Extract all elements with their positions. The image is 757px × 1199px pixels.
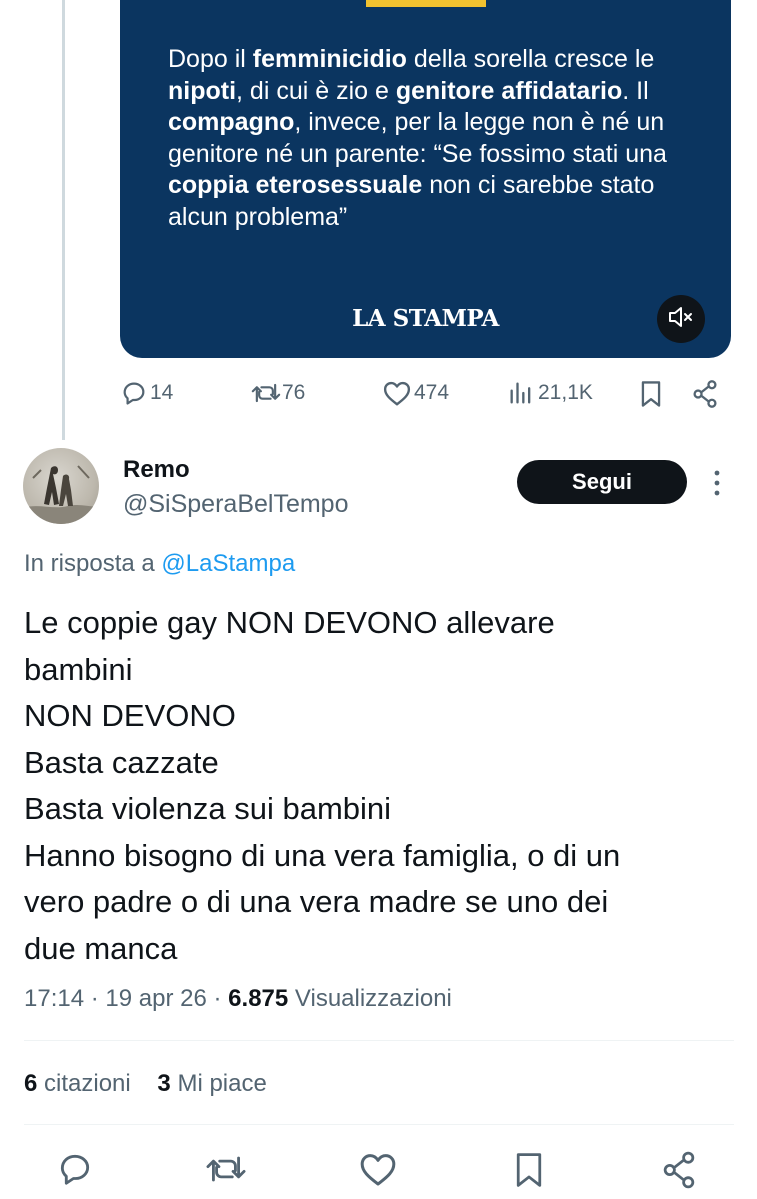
likes-stat[interactable]: 3 Mi piace [157,1070,266,1097]
reply-icon [120,379,148,407]
views-count: 21,1K [538,381,593,404]
quotes-label: citazioni [44,1070,131,1097]
avatar-artwork [23,465,99,524]
like-count: 474 [414,381,450,404]
tweet-date[interactable]: 19 apr 26 [105,985,206,1012]
views-chart-icon [508,379,534,407]
views-action[interactable]: 21,1K [508,379,593,407]
repost-count: 76 [282,381,306,404]
tweet-text-line: NON DEVONO [24,698,236,733]
share-icon [691,379,719,409]
follow-button[interactable]: Segui [517,460,687,504]
bookmark-icon [512,1153,546,1194]
bookmark-button[interactable] [638,379,664,409]
video-quote-text: Dopo il femminicidio della sorella cresc… [168,44,708,233]
tweet-text: Le coppie gay NON DEVONO allevare bambini… [24,600,724,972]
share-button[interactable] [691,379,719,409]
volume-muted-icon [668,306,694,333]
author-handle[interactable]: @SiSperaBelTempo [123,490,349,519]
heart-icon [358,1154,398,1192]
reply-button[interactable] [56,1150,94,1193]
tweet-text-line: Basta cazzate [24,744,219,780]
engagement-stats: 6 citazioni 3 Mi piace [24,1070,267,1098]
likes-label: Mi piace [177,1070,267,1097]
tweet-views-count: 6.875 [228,985,289,1012]
more-options-button[interactable] [708,468,726,505]
share-button[interactable] [660,1150,698,1195]
reply-count: 14 [150,381,174,404]
tweet-text-line: vero padre o di una vera madre se uno de… [24,884,609,919]
bookmark-button[interactable] [512,1150,546,1195]
quote-fragment: . Il [622,76,649,105]
quotes-count: 6 [24,1070,38,1097]
reply-context: In risposta a @LaStampa [24,550,295,578]
accent-bar [366,0,486,7]
like-action[interactable]: 474 [382,379,449,407]
reply-context-prefix: In risposta a [24,550,155,577]
quote-fragment: della sorella cresce le [406,45,655,73]
reply-action[interactable]: 14 [120,379,173,407]
repost-action[interactable]: 76 [250,379,305,407]
quote-bold-fragment: coppia eterosessuale [168,171,423,199]
tweet-metadata: 17:14 · 19 apr 26 · 6.875 Visualizzazion… [24,985,452,1012]
avatar[interactable] [23,448,99,524]
thread-connector-line [62,0,65,440]
heart-icon [382,379,412,407]
quote-bold-fragment: femminicidio [252,45,407,73]
reply-to-handle-link[interactable]: @LaStampa [161,550,295,577]
more-vertical-icon [708,470,726,504]
repost-icon [204,1156,248,1192]
bookmark-icon [638,379,664,409]
repost-icon [250,379,282,407]
reply-icon [56,1154,94,1192]
la-stampa-logo: LA STAMPA [352,305,499,332]
like-button[interactable] [358,1150,398,1193]
embedded-video-card[interactable]: Dopo il femminicidio della sorella cresc… [120,0,731,358]
likes-count: 3 [157,1070,171,1097]
repost-button[interactable] [204,1150,248,1193]
divider [24,1124,734,1125]
tweet-time[interactable]: 17:14 [24,985,84,1012]
author-name[interactable]: Remo [123,456,190,484]
quote-bold-fragment: compagno [168,108,295,136]
divider [24,1040,734,1041]
tweet-text-line: Hanno bisogno di una vera famiglia, o di… [24,837,621,873]
tweet-text-line: Basta violenza sui bambini [24,791,392,826]
quote-bold-fragment: genitore affidatario [395,76,623,105]
quote-bold-fragment: nipoti [168,76,237,105]
share-icon [660,1151,698,1194]
tweet-views-label: Visualizzazioni [294,985,452,1012]
quotes-stat[interactable]: 6 citazioni [24,1070,131,1097]
tweet-text-line: due manca [24,930,178,966]
tweet-text-line: Le coppie gay NON DEVONO allevare [24,605,555,640]
quote-fragment: Dopo il [168,45,253,73]
quote-fragment: , di cui è zio e [236,76,396,105]
tweet-text-line: bambini [24,651,133,687]
mute-button[interactable] [657,295,705,343]
